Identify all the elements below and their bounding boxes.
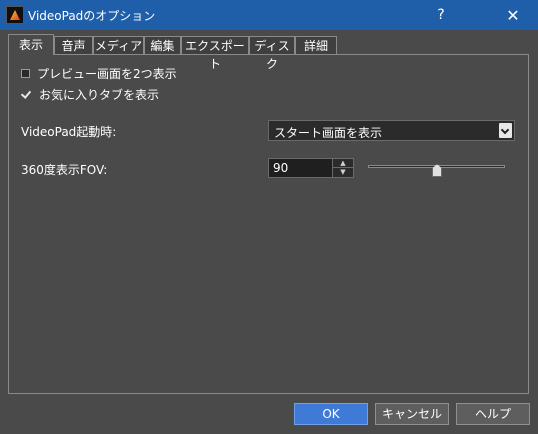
startup-label: VideoPad起動時: <box>21 125 117 139</box>
startup-select[interactable]: スタート画面を表示 <box>268 120 515 141</box>
decrement-arrow-icon[interactable]: ▼ <box>333 168 353 177</box>
increment-arrow-icon[interactable]: ▲ <box>333 159 353 168</box>
dual-preview-checkbox[interactable] <box>21 68 30 78</box>
tab-edit[interactable]: 編集 <box>144 36 181 54</box>
favorites-tab-option[interactable]: お気に入りタブを表示 <box>21 86 159 102</box>
favorites-tab-checkbox[interactable] <box>21 89 32 100</box>
title-bar: VideoPadのオプション ? ✕ <box>0 0 538 30</box>
cancel-button[interactable]: キャンセル <box>375 403 449 425</box>
tab-media[interactable]: メディア <box>93 36 144 54</box>
tab-display[interactable]: 表示 <box>8 34 54 55</box>
fov-stepper[interactable]: ▲ ▼ <box>332 159 353 177</box>
tab-export[interactable]: エクスポート <box>181 36 249 71</box>
close-icon[interactable]: ✕ <box>490 0 536 30</box>
ok-button[interactable]: OK <box>294 403 368 425</box>
tab-advanced[interactable]: 詳細 <box>295 36 337 54</box>
fov-label: 360度表示FOV: <box>21 163 108 177</box>
fov-spinbox[interactable]: 90 ▲ ▼ <box>268 158 354 178</box>
chevron-down-icon[interactable] <box>499 123 512 138</box>
tab-audio[interactable]: 音声 <box>54 36 93 54</box>
window-title: VideoPadのオプション <box>28 9 156 23</box>
fov-value: 90 <box>273 161 289 175</box>
help-button[interactable]: ヘルプ <box>456 403 530 425</box>
videopad-app-icon <box>6 6 24 24</box>
options-panel <box>8 54 529 394</box>
dual-preview-label: プレビュー画面を2つ表示 <box>37 66 177 81</box>
help-title-button[interactable]: ? <box>418 0 464 30</box>
tab-disk[interactable]: ディスク <box>249 36 295 71</box>
startup-select-value: スタート画面を表示 <box>274 126 383 140</box>
dual-preview-option[interactable]: プレビュー画面を2つ表示 <box>21 65 177 81</box>
favorites-tab-label: お気に入りタブを表示 <box>39 87 160 102</box>
